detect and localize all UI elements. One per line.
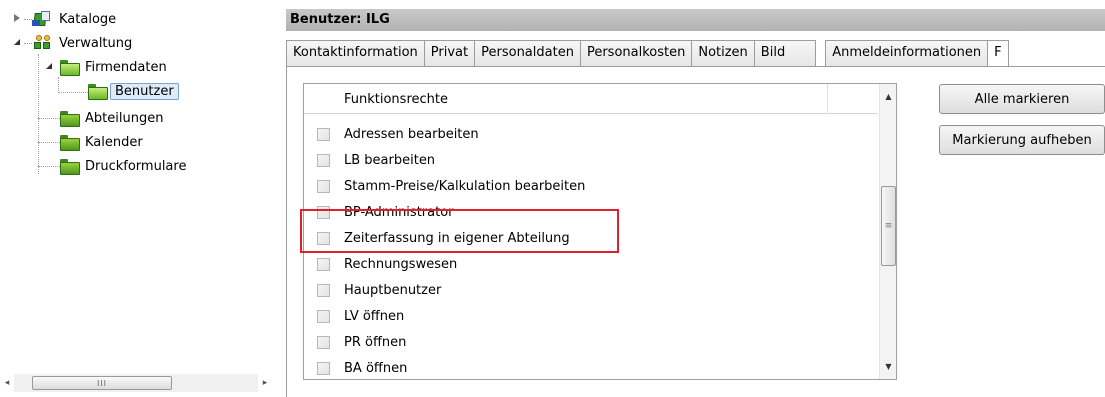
checkbox[interactable] <box>317 205 330 219</box>
tree-item-druckformulare[interactable]: Druckformulare <box>60 155 189 177</box>
list-header: Funktionsrechte <box>304 84 878 114</box>
tree-item-firmendaten[interactable]: Firmendaten <box>60 56 170 78</box>
folder-open-icon <box>60 60 80 76</box>
scroll-up-icon[interactable]: ▲ <box>880 88 896 105</box>
tree-item-label: Druckformulare <box>85 158 187 174</box>
select-all-button[interactable]: Alle markieren <box>939 84 1105 114</box>
checkbox[interactable] <box>317 231 330 245</box>
folder-icon <box>60 111 80 127</box>
tab-notizen[interactable]: Notizen <box>691 40 755 66</box>
tree-item-benutzer[interactable]: Benutzer <box>88 80 179 102</box>
list-item[interactable]: LB bearbeiten <box>304 147 878 173</box>
tree-connector <box>58 92 88 93</box>
list-item-label: Zeiterfassung in eigener Abteilung <box>344 230 570 246</box>
scroll-right-icon[interactable]: ▸ <box>260 378 270 388</box>
catalog-icon <box>32 11 52 27</box>
list-item-label: LB bearbeiten <box>344 152 436 168</box>
collapse-arrow-icon[interactable] <box>46 63 52 69</box>
list-item[interactable]: Zeiterfassung in eigener Abteilung <box>304 225 878 251</box>
checkbox[interactable] <box>317 361 330 375</box>
administration-icon <box>32 35 52 51</box>
list-item[interactable]: Adressen bearbeiten <box>304 121 878 147</box>
checkbox[interactable] <box>317 153 330 167</box>
scrollbar-thumb[interactable]: ≡ <box>881 186 896 266</box>
tree-item-label: Kataloge <box>59 11 117 27</box>
list-item[interactable]: PR öffnen <box>304 329 878 355</box>
list-item-label: Hauptbenutzer <box>344 282 442 298</box>
list-item[interactable]: Hauptbenutzer <box>304 277 878 303</box>
expand-arrow-icon[interactable] <box>14 14 20 22</box>
function-rights-list: Funktionsrechte Adressen bearbeiten LB b… <box>303 83 897 380</box>
list-item[interactable]: LV öffnen <box>304 303 878 329</box>
tree-connector <box>38 118 60 119</box>
tree-connector <box>38 166 60 167</box>
deselect-all-button[interactable]: Markierung aufheben <box>939 125 1105 155</box>
tab-bar: Kontaktinformation Privat Personaldaten … <box>286 40 1009 67</box>
tree-item-abteilungen[interactable]: Abteilungen <box>60 107 166 129</box>
scrollbar-track[interactable]: III <box>14 374 258 392</box>
tree-item-label: Kalender <box>85 134 143 150</box>
list-vertical-scrollbar[interactable]: ▲ ≡ ▼ <box>879 84 896 379</box>
list-item-label: Stamm-Preise/Kalkulation bearbeiten <box>344 178 586 194</box>
tab-content: Funktionsrechte Adressen bearbeiten LB b… <box>286 66 1105 397</box>
list-item-label: BP-Administrator <box>344 204 454 220</box>
folder-icon <box>60 135 80 151</box>
tab-kontaktinformation[interactable]: Kontaktinformation <box>286 40 425 66</box>
tab-funktionsrechte[interactable]: F <box>987 40 1009 66</box>
scroll-down-icon[interactable]: ▼ <box>880 358 896 375</box>
scrollbar-thumb[interactable]: III <box>32 376 172 390</box>
tree-item-label: Benutzer <box>110 82 179 100</box>
tree-item-kataloge[interactable]: Kataloge <box>32 8 119 30</box>
list-item[interactable]: BA öffnen <box>304 355 878 379</box>
tree-connector <box>38 54 39 174</box>
checkbox[interactable] <box>317 179 330 193</box>
list-item[interactable]: Stamm-Preise/Kalkulation bearbeiten <box>304 173 878 199</box>
tab-personalkosten[interactable]: Personalkosten <box>579 40 693 66</box>
navigation-tree: Kataloge Verwaltung Firmendaten Benutzer… <box>0 0 280 397</box>
collapse-arrow-icon[interactable] <box>14 39 20 45</box>
list-item-label: PR öffnen <box>344 334 407 350</box>
folder-open-icon <box>88 84 108 100</box>
scroll-left-icon[interactable]: ◂ <box>2 378 12 388</box>
tab-personaldaten[interactable]: Personaldaten <box>474 40 581 66</box>
panel-title: Benutzer: ILG <box>286 9 1105 31</box>
tree-item-label: Abteilungen <box>85 110 164 126</box>
list-item-label: LV öffnen <box>344 308 405 324</box>
list-item[interactable]: Rechnungswesen <box>304 251 878 277</box>
tab-anmeldeinformationen[interactable]: Anmeldeinformationen <box>825 40 989 66</box>
tree-item-label: Verwaltung <box>59 35 133 51</box>
checkbox[interactable] <box>317 127 330 141</box>
list-item-label: Rechnungswesen <box>344 256 458 272</box>
tree-connector <box>58 77 59 93</box>
tree-item-label: Firmendaten <box>85 59 167 75</box>
list-item-label: BA öffnen <box>344 360 408 376</box>
checkbox[interactable] <box>317 257 330 271</box>
tree-item-verwaltung[interactable]: Verwaltung <box>32 32 135 54</box>
tree-horizontal-scrollbar[interactable]: ◂ III ▸ <box>0 374 272 392</box>
checkbox[interactable] <box>317 309 330 323</box>
checkbox[interactable] <box>317 335 330 349</box>
tree-connector <box>24 19 32 20</box>
tree-connector <box>38 142 60 143</box>
scrollbar-grip: III <box>96 378 108 388</box>
tab-privat[interactable]: Privat <box>423 40 476 66</box>
list-item[interactable]: BP-Administrator <box>304 199 878 225</box>
folder-icon <box>60 159 80 175</box>
checkbox[interactable] <box>317 283 330 297</box>
tab-bild[interactable]: Bild <box>753 40 817 66</box>
column-header-funktionsrechte[interactable]: Funktionsrechte <box>344 84 828 114</box>
user-detail-panel: Benutzer: ILG Kontaktinformation Privat … <box>286 9 1105 397</box>
tree-connector <box>24 43 32 44</box>
tree-item-kalender[interactable]: Kalender <box>60 131 146 153</box>
list-item-label: Adressen bearbeiten <box>344 126 479 142</box>
